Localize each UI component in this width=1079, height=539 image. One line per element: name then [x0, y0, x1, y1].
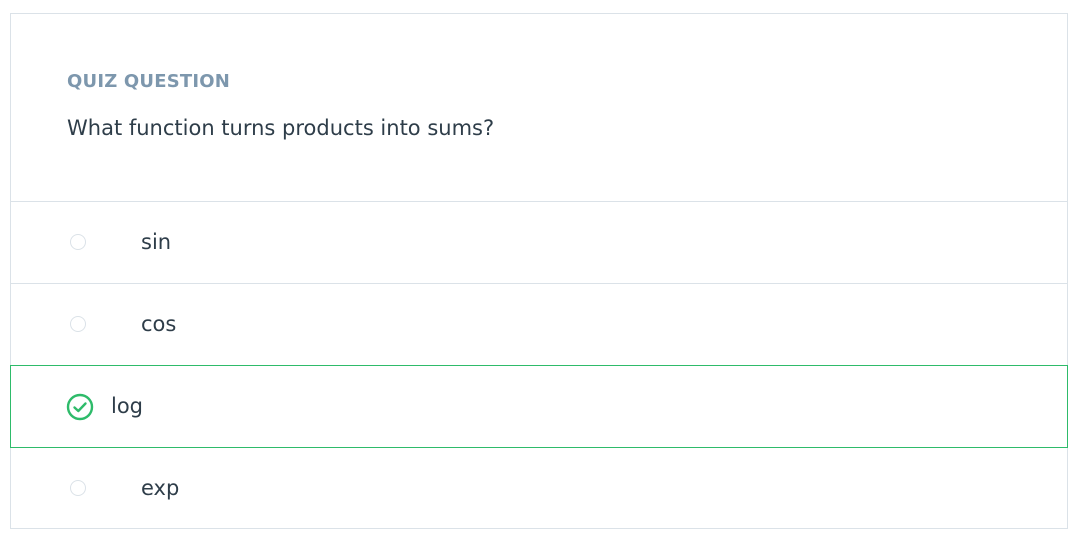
radio-empty-icon[interactable]: [70, 316, 86, 332]
answer-option-log[interactable]: log: [10, 365, 1068, 448]
answer-option-label: log: [111, 394, 144, 418]
quiz-header: QUIZ QUESTION What function turns produc…: [11, 14, 1067, 202]
check-circle-icon: [66, 393, 94, 421]
quiz-question: What function turns products into sums?: [67, 116, 495, 140]
answer-option-label: exp: [141, 476, 180, 500]
answer-option-cos[interactable]: cos: [11, 284, 1067, 366]
radio-empty-icon[interactable]: [70, 480, 86, 496]
answer-option-label: sin: [141, 230, 172, 254]
answer-option-sin[interactable]: sin: [11, 202, 1067, 284]
answer-option-label: cos: [141, 312, 177, 336]
radio-empty-icon[interactable]: [70, 234, 86, 250]
answer-option-exp[interactable]: exp: [11, 448, 1067, 530]
quiz-card: QUIZ QUESTION What function turns produc…: [10, 13, 1068, 529]
quiz-eyebrow: QUIZ QUESTION: [67, 71, 231, 92]
answer-options: sin cos log exp: [10, 202, 1068, 530]
